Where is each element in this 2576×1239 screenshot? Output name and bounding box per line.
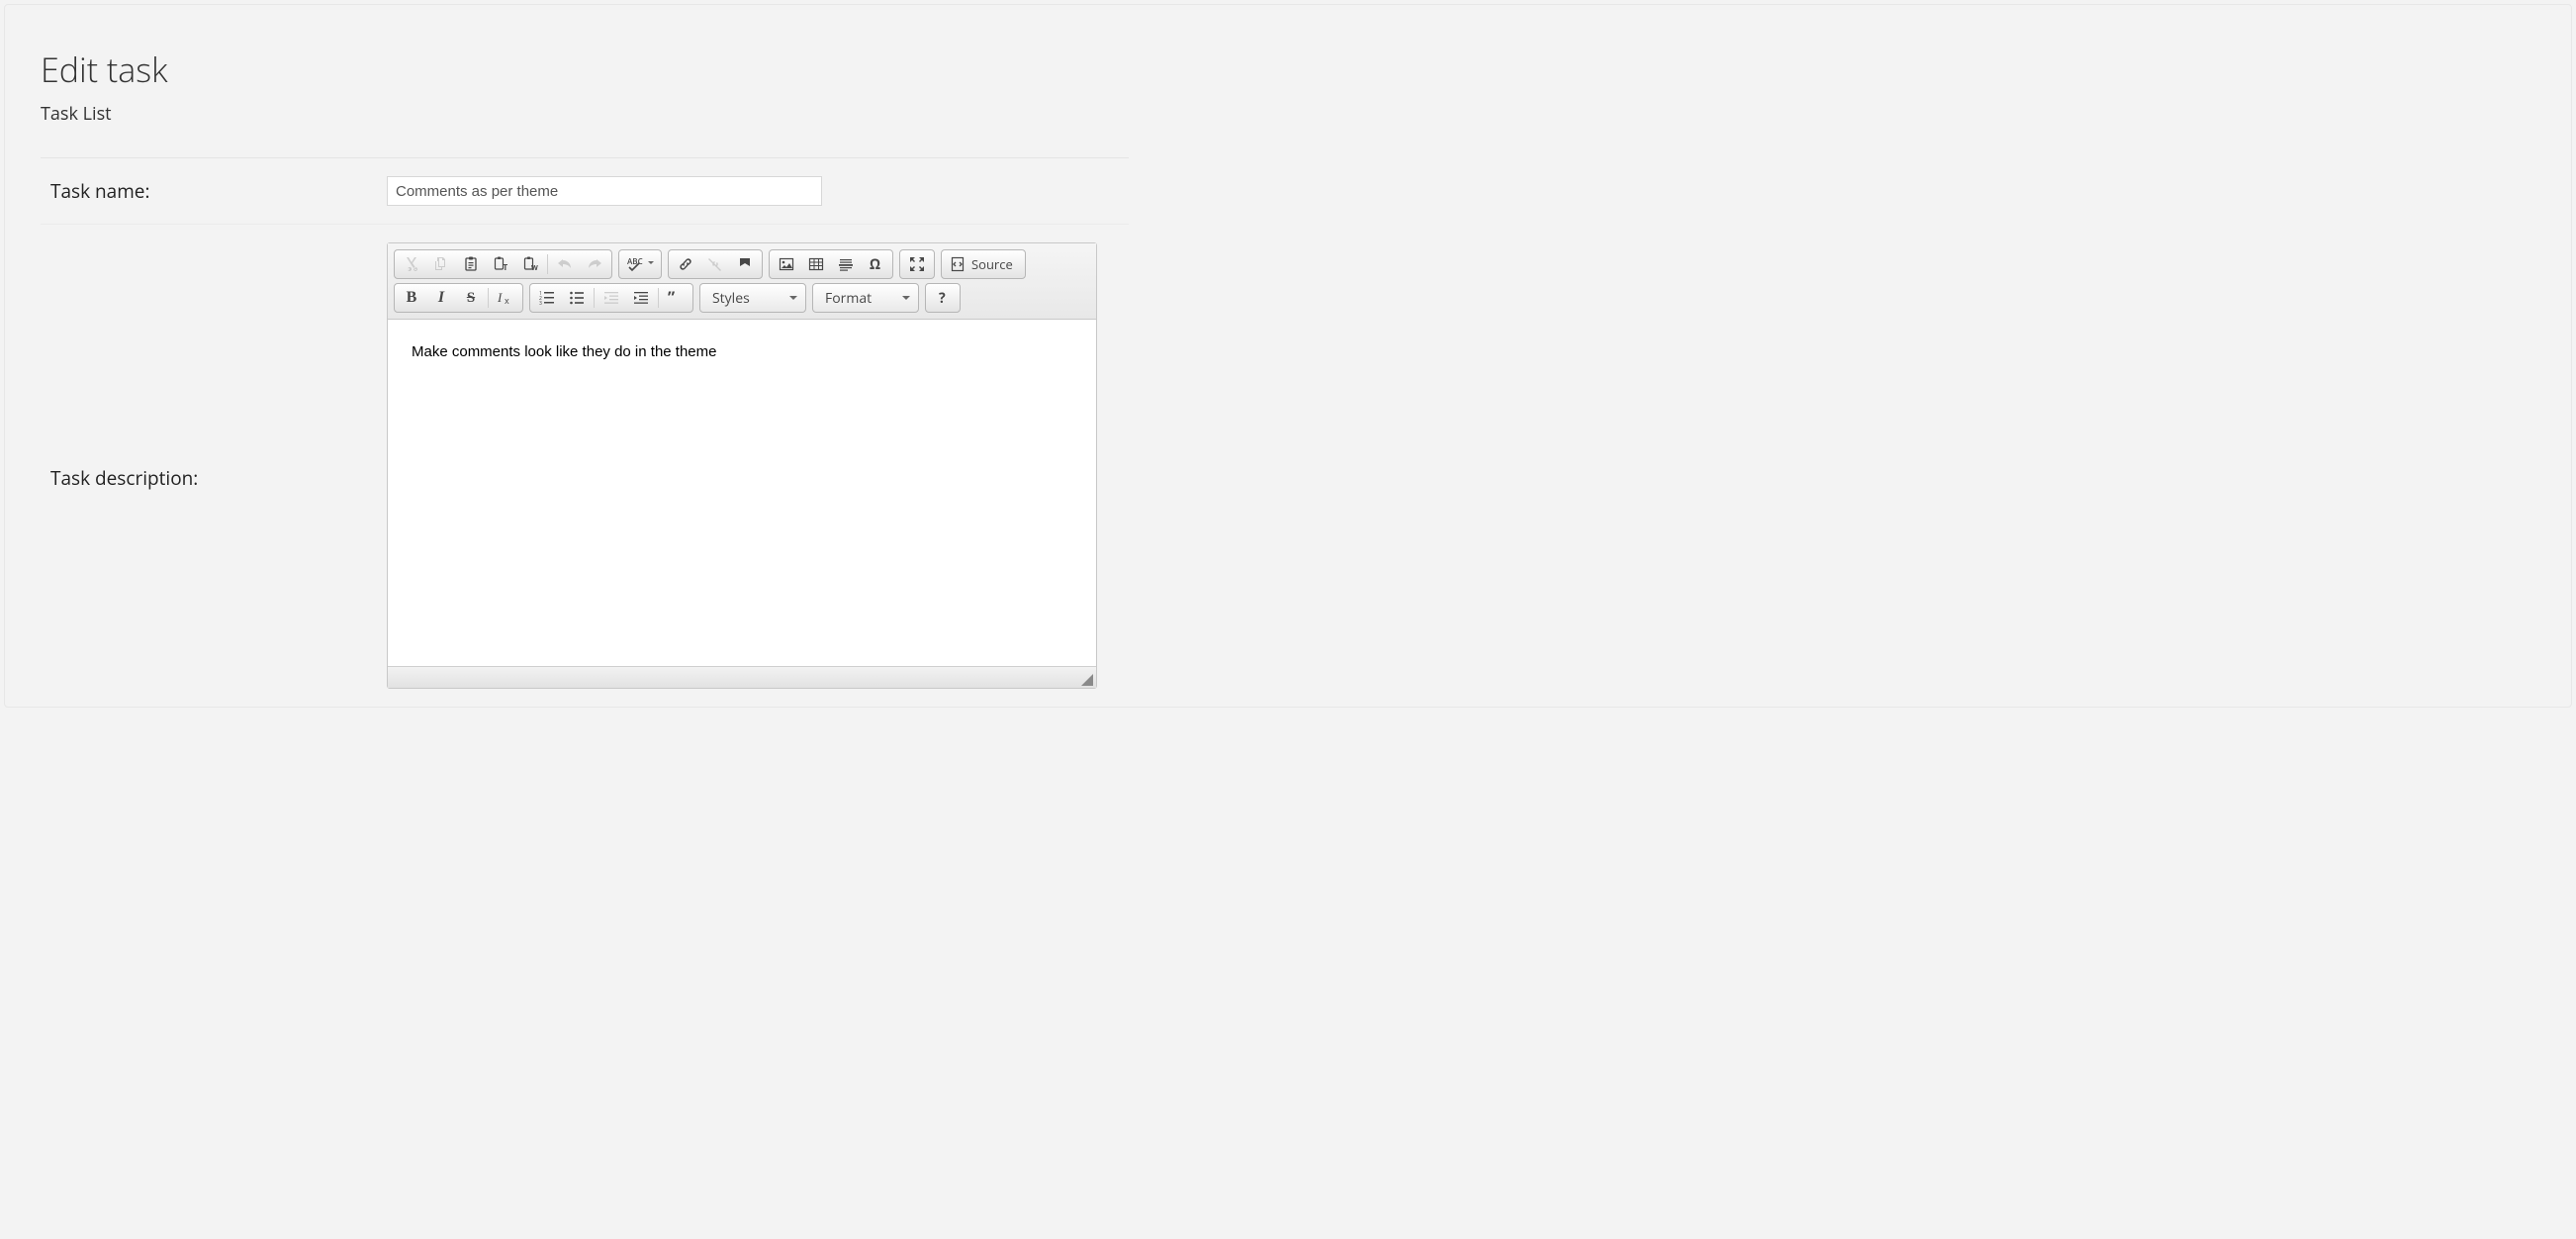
editor-toolbar: T W (388, 243, 1096, 320)
toolbar-group-tools (899, 249, 935, 279)
format-combo[interactable]: Format (812, 283, 919, 313)
editor-footer (388, 666, 1096, 688)
strike-icon[interactable]: S (456, 286, 486, 310)
svg-text:?: ? (939, 290, 946, 306)
source-label: Source (971, 255, 1013, 273)
horizontal-rule-icon[interactable] (831, 252, 861, 276)
editor-content[interactable]: Make comments look like they do in the t… (388, 320, 1096, 666)
toolbar-group-about: ? (925, 283, 961, 313)
help-icon[interactable]: ? (928, 286, 958, 310)
cut-icon[interactable] (397, 252, 426, 276)
resize-handle-icon[interactable] (1081, 674, 1093, 686)
abc-text: ABC (627, 256, 643, 267)
undo-icon[interactable] (550, 252, 580, 276)
styles-combo[interactable]: Styles (699, 283, 806, 313)
breadcrumb[interactable]: Task List (41, 102, 1129, 126)
outdent-icon[interactable] (597, 286, 626, 310)
toolbar-group-list: 123 (529, 283, 693, 313)
svg-text:”: ” (668, 290, 675, 306)
task-description-label: Task description: (41, 242, 387, 491)
table-icon[interactable] (801, 252, 831, 276)
numbered-list-icon[interactable]: 123 (532, 286, 562, 310)
svg-text:I: I (497, 290, 503, 305)
svg-text:Ω: Ω (870, 256, 880, 272)
indent-icon[interactable] (626, 286, 656, 310)
main-panel: Edit task Task List Task name: Task desc… (4, 4, 2572, 708)
toolbar-group-source: Source (941, 249, 1026, 279)
svg-text:T: T (504, 262, 508, 272)
spellcheck-icon[interactable]: ABC (621, 252, 659, 276)
paste-word-icon[interactable]: W (515, 252, 545, 276)
anchor-icon[interactable] (730, 252, 760, 276)
image-icon[interactable] (772, 252, 801, 276)
paste-text-icon[interactable]: T (486, 252, 515, 276)
toolbar-group-spell: ABC (618, 249, 662, 279)
bullet-list-icon[interactable] (562, 286, 592, 310)
copy-icon[interactable] (426, 252, 456, 276)
maximize-icon[interactable] (902, 252, 932, 276)
redo-icon[interactable] (580, 252, 609, 276)
link-icon[interactable] (671, 252, 700, 276)
toolbar-group-insert: Ω (769, 249, 893, 279)
task-name-input[interactable] (387, 176, 822, 206)
bold-icon[interactable]: B (397, 286, 426, 310)
task-name-row: Task name: (41, 158, 1129, 225)
page-title: Edit task (41, 47, 1129, 92)
chevron-down-icon (902, 296, 910, 300)
task-description-row: Task description: (41, 225, 1129, 707)
toolbar-group-clipboard: T W (394, 249, 612, 279)
svg-text:W: W (531, 264, 538, 272)
remove-format-icon[interactable]: Ix (491, 286, 520, 310)
styles-label: Styles (712, 289, 750, 308)
chevron-down-icon (789, 296, 797, 300)
italic-icon[interactable]: I (426, 286, 456, 310)
task-name-label: Task name: (41, 178, 387, 204)
source-button[interactable]: Source (944, 252, 1023, 276)
unlink-icon[interactable] (700, 252, 730, 276)
svg-text:x: x (505, 294, 509, 306)
toolbar-group-links (668, 249, 763, 279)
format-label: Format (825, 289, 872, 308)
svg-text:3: 3 (539, 301, 542, 306)
paste-icon[interactable] (456, 252, 486, 276)
special-char-icon[interactable]: Ω (861, 252, 890, 276)
rich-text-editor: T W (387, 242, 1097, 689)
toolbar-group-basic: B I S Ix (394, 283, 523, 313)
blockquote-icon[interactable]: ” (661, 286, 690, 310)
